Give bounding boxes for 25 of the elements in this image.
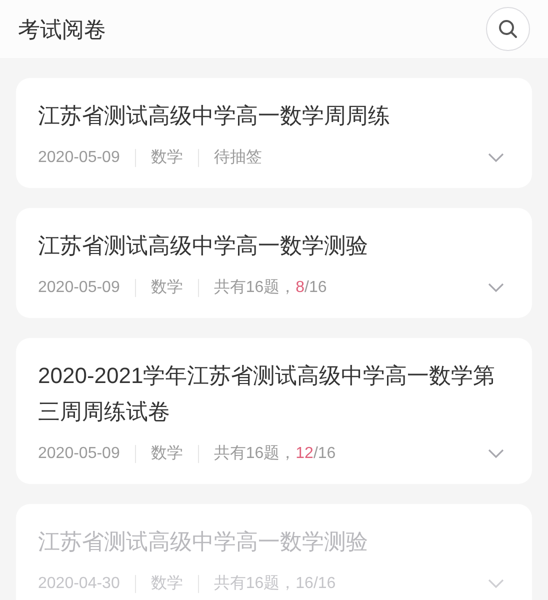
exam-title: 江苏省测试高级中学高一数学测验 <box>38 528 369 556</box>
exam-subject: 数学 <box>150 278 183 298</box>
exam-card[interactable]: 江苏省测试高级中学高一数学周周练 2020-05-09 数学 待抽签 <box>16 78 532 188</box>
chevron-down-icon[interactable] <box>488 283 504 293</box>
exam-progress: 共有16题，12/16 <box>214 444 336 464</box>
exam-subject: 数学 <box>150 444 183 464</box>
search-button[interactable] <box>486 7 530 51</box>
exam-status: 待抽签 <box>214 148 262 168</box>
exam-title: 江苏省测试高级中学高一数学测验 <box>38 232 369 260</box>
exam-progress: 共有16题，16/16 <box>214 574 336 594</box>
exam-progress: 共有16题，8/16 <box>214 278 327 298</box>
exam-card[interactable]: 江苏省测试高级中学高一数学测验 2020-05-09 数学 共有16题，8/16 <box>16 208 532 318</box>
exam-date: 2020-05-09 <box>38 444 120 464</box>
exam-date: 2020-05-09 <box>38 278 120 298</box>
exam-title: 江苏省测试高级中学高一数学周周练 <box>38 102 391 130</box>
exam-subject: 数学 <box>150 574 183 594</box>
exam-title: 2020-2021学年江苏省测试高级中学高一数学第三周周练试卷 <box>38 362 496 426</box>
page-title: 考试阅卷 <box>18 16 106 44</box>
chevron-down-icon[interactable] <box>488 449 504 459</box>
exam-subject: 数学 <box>150 148 183 168</box>
chevron-down-icon[interactable] <box>488 153 504 163</box>
exam-date: 2020-04-30 <box>38 574 120 594</box>
search-icon <box>498 19 518 39</box>
exam-card[interactable]: 2020-2021学年江苏省测试高级中学高一数学第三周周练试卷 2020-05-09 数学 共有16题，12/16 <box>16 338 532 484</box>
exam-date: 2020-05-09 <box>38 148 120 168</box>
